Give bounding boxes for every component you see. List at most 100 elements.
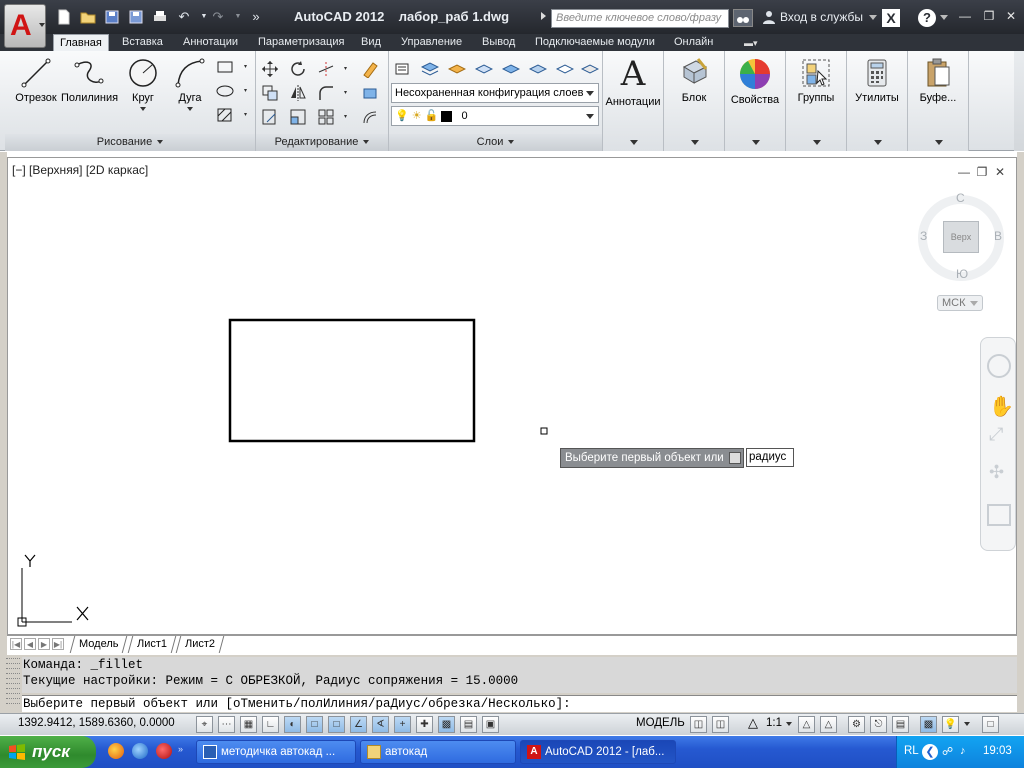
auto-scale-icon[interactable]: △ (820, 716, 837, 733)
selection-cycling-icon[interactable]: ▣ (482, 716, 499, 733)
exchange-apps-icon[interactable]: X (882, 9, 900, 27)
polyline-tool[interactable]: Полилиния (61, 57, 118, 113)
tab-manage[interactable]: Управление (395, 34, 468, 51)
line-tool[interactable]: Отрезок (8, 57, 64, 113)
drawing-canvas[interactable] (7, 157, 1017, 635)
last-layout-icon[interactable]: ▶| (52, 638, 64, 650)
internet-explorer-icon[interactable] (132, 743, 148, 759)
layout-tab-model[interactable]: Модель (69, 636, 128, 653)
help-icon[interactable]: ? (918, 9, 936, 27)
stretch-tool[interactable] (260, 107, 280, 127)
panel-modify-title[interactable]: Редактирование (256, 134, 388, 151)
hardware-acceleration-icon[interactable]: ▤ (892, 716, 909, 733)
toolbar-lock-icon[interactable]: ⎋ (870, 716, 887, 733)
utilities-button[interactable]: Утилиты (849, 57, 905, 113)
quick-view-layouts-icon[interactable]: ◫ (690, 716, 707, 733)
panel-block[interactable]: Блок (664, 51, 725, 151)
search-expand-icon[interactable] (541, 12, 546, 20)
panel-groups[interactable]: Группы (786, 51, 847, 151)
groups-button[interactable]: Группы (788, 57, 844, 113)
firefox-icon[interactable] (108, 743, 124, 759)
layer-states-icon[interactable] (420, 59, 440, 79)
command-line-grip[interactable] (6, 658, 20, 710)
save-icon[interactable] (104, 9, 120, 25)
quicklaunch-more-icon[interactable]: » (178, 744, 184, 758)
chevron-down-icon[interactable] (630, 140, 638, 145)
fillet-tool[interactable] (316, 83, 352, 103)
copy-tool[interactable] (260, 83, 280, 103)
start-button[interactable]: пуск (0, 736, 96, 768)
login-button[interactable]: Вход в службы (780, 10, 863, 24)
annotation-visibility-icon[interactable]: △ (798, 716, 815, 733)
redo-icon[interactable]: ↷ (210, 9, 226, 25)
panel-layers-title[interactable]: Слои (389, 134, 602, 151)
compass-east[interactable]: В (994, 229, 1002, 243)
opera-icon[interactable] (156, 743, 172, 759)
chevron-down-icon[interactable] (752, 140, 760, 145)
taskbar-window-autocad[interactable]: A AutoCAD 2012 - [лаб... (520, 740, 676, 764)
compass-south[interactable]: Ю (956, 267, 968, 281)
layer-isolate-icon[interactable] (447, 59, 467, 79)
new-file-icon[interactable] (56, 9, 72, 25)
tab-home[interactable]: Главная (53, 34, 109, 51)
trim-tool[interactable] (316, 59, 352, 79)
erase-tool[interactable] (360, 59, 380, 79)
isolate-objects-icon[interactable]: ▩ (920, 716, 937, 733)
transparency-icon[interactable]: ▩ (438, 716, 455, 733)
chevron-down-icon[interactable] (874, 140, 882, 145)
options-dropdown-icon[interactable] (729, 452, 741, 464)
scale-tool[interactable] (288, 107, 308, 127)
properties-button[interactable]: Свойства (727, 57, 783, 113)
more-commands-icon[interactable]: » (248, 9, 264, 25)
viewport-close-icon[interactable]: ✕ (993, 165, 1007, 179)
chevron-down-icon[interactable] (813, 140, 821, 145)
snap-mode-icon[interactable]: ⋯ (218, 716, 235, 733)
pan-hand-icon[interactable]: ✋ (989, 394, 1014, 419)
layer-state-select[interactable]: Несохраненная конфигурация слоев (391, 83, 599, 103)
object-snap-icon[interactable]: □ (306, 716, 323, 733)
compass-north[interactable]: С (956, 191, 965, 205)
dynamic-ucs-icon[interactable]: ∢ (372, 716, 389, 733)
circle-dropdown-icon[interactable] (140, 107, 146, 111)
offset-tool[interactable] (360, 107, 380, 127)
compass-west[interactable]: З (920, 229, 927, 243)
tab-parametric[interactable]: Параметризация (252, 34, 350, 51)
tray-expand-icon[interactable]: ❮ (922, 744, 938, 760)
tab-view[interactable]: Вид (355, 34, 387, 51)
annotation-button[interactable]: A Аннотации (605, 55, 661, 111)
help-dropdown-icon[interactable] (940, 15, 948, 20)
object-snap-tracking-icon[interactable]: ∠ (350, 716, 367, 733)
undo-icon[interactable]: ↶ (176, 9, 192, 25)
tab-insert[interactable]: Вставка (116, 34, 169, 51)
volume-icon[interactable]: ♪ (960, 745, 974, 759)
zoom-extents-icon[interactable]: ⤢ (989, 424, 1003, 445)
ucs-menu[interactable]: МСК (937, 295, 983, 311)
3d-object-snap-icon[interactable]: □ (328, 716, 345, 733)
viewport-controls-label[interactable]: [−] [Верхняя] [2D каркас] (12, 163, 148, 177)
dynamic-input-field[interactable]: радиус (746, 448, 794, 467)
taskbar-window-folder[interactable]: автокад (360, 740, 516, 764)
layer-properties-icon[interactable] (393, 59, 413, 79)
chevron-down-icon[interactable] (691, 140, 699, 145)
polar-tracking-icon[interactable]: ◐ (284, 716, 301, 733)
tab-plugins[interactable]: Подключаемые модули (529, 34, 661, 51)
hatch-pattern-tool[interactable] (214, 105, 252, 125)
mirror-tool[interactable] (288, 83, 308, 103)
taskbar-window-word[interactable]: методичка автокад ... (196, 740, 356, 764)
panel-annotation[interactable]: A Аннотации (603, 51, 664, 151)
ribbon-minimize-icon[interactable]: ▬▾ (744, 38, 766, 48)
quick-view-drawings-icon[interactable]: ◫ (712, 716, 729, 733)
panel-draw-title[interactable]: Рисование (5, 134, 255, 151)
showmotion-icon[interactable] (987, 504, 1011, 526)
lightbulb-status-icon[interactable]: 💡 (942, 716, 959, 733)
restore-icon[interactable]: ❐ (982, 9, 996, 23)
layer-lock-icon[interactable] (555, 59, 575, 79)
layout-tab-sheet1[interactable]: Лист1 (127, 636, 177, 653)
chevron-down-icon[interactable] (935, 140, 943, 145)
open-file-icon[interactable] (80, 9, 96, 25)
minimize-icon[interactable]: — (958, 9, 972, 23)
quick-properties-icon[interactable]: ▤ (460, 716, 477, 733)
panel-utilities[interactable]: Утилиты (847, 51, 908, 151)
panel-clipboard[interactable]: Буфе... (908, 51, 969, 151)
viewport-restore-icon[interactable]: ❐ (975, 165, 989, 179)
